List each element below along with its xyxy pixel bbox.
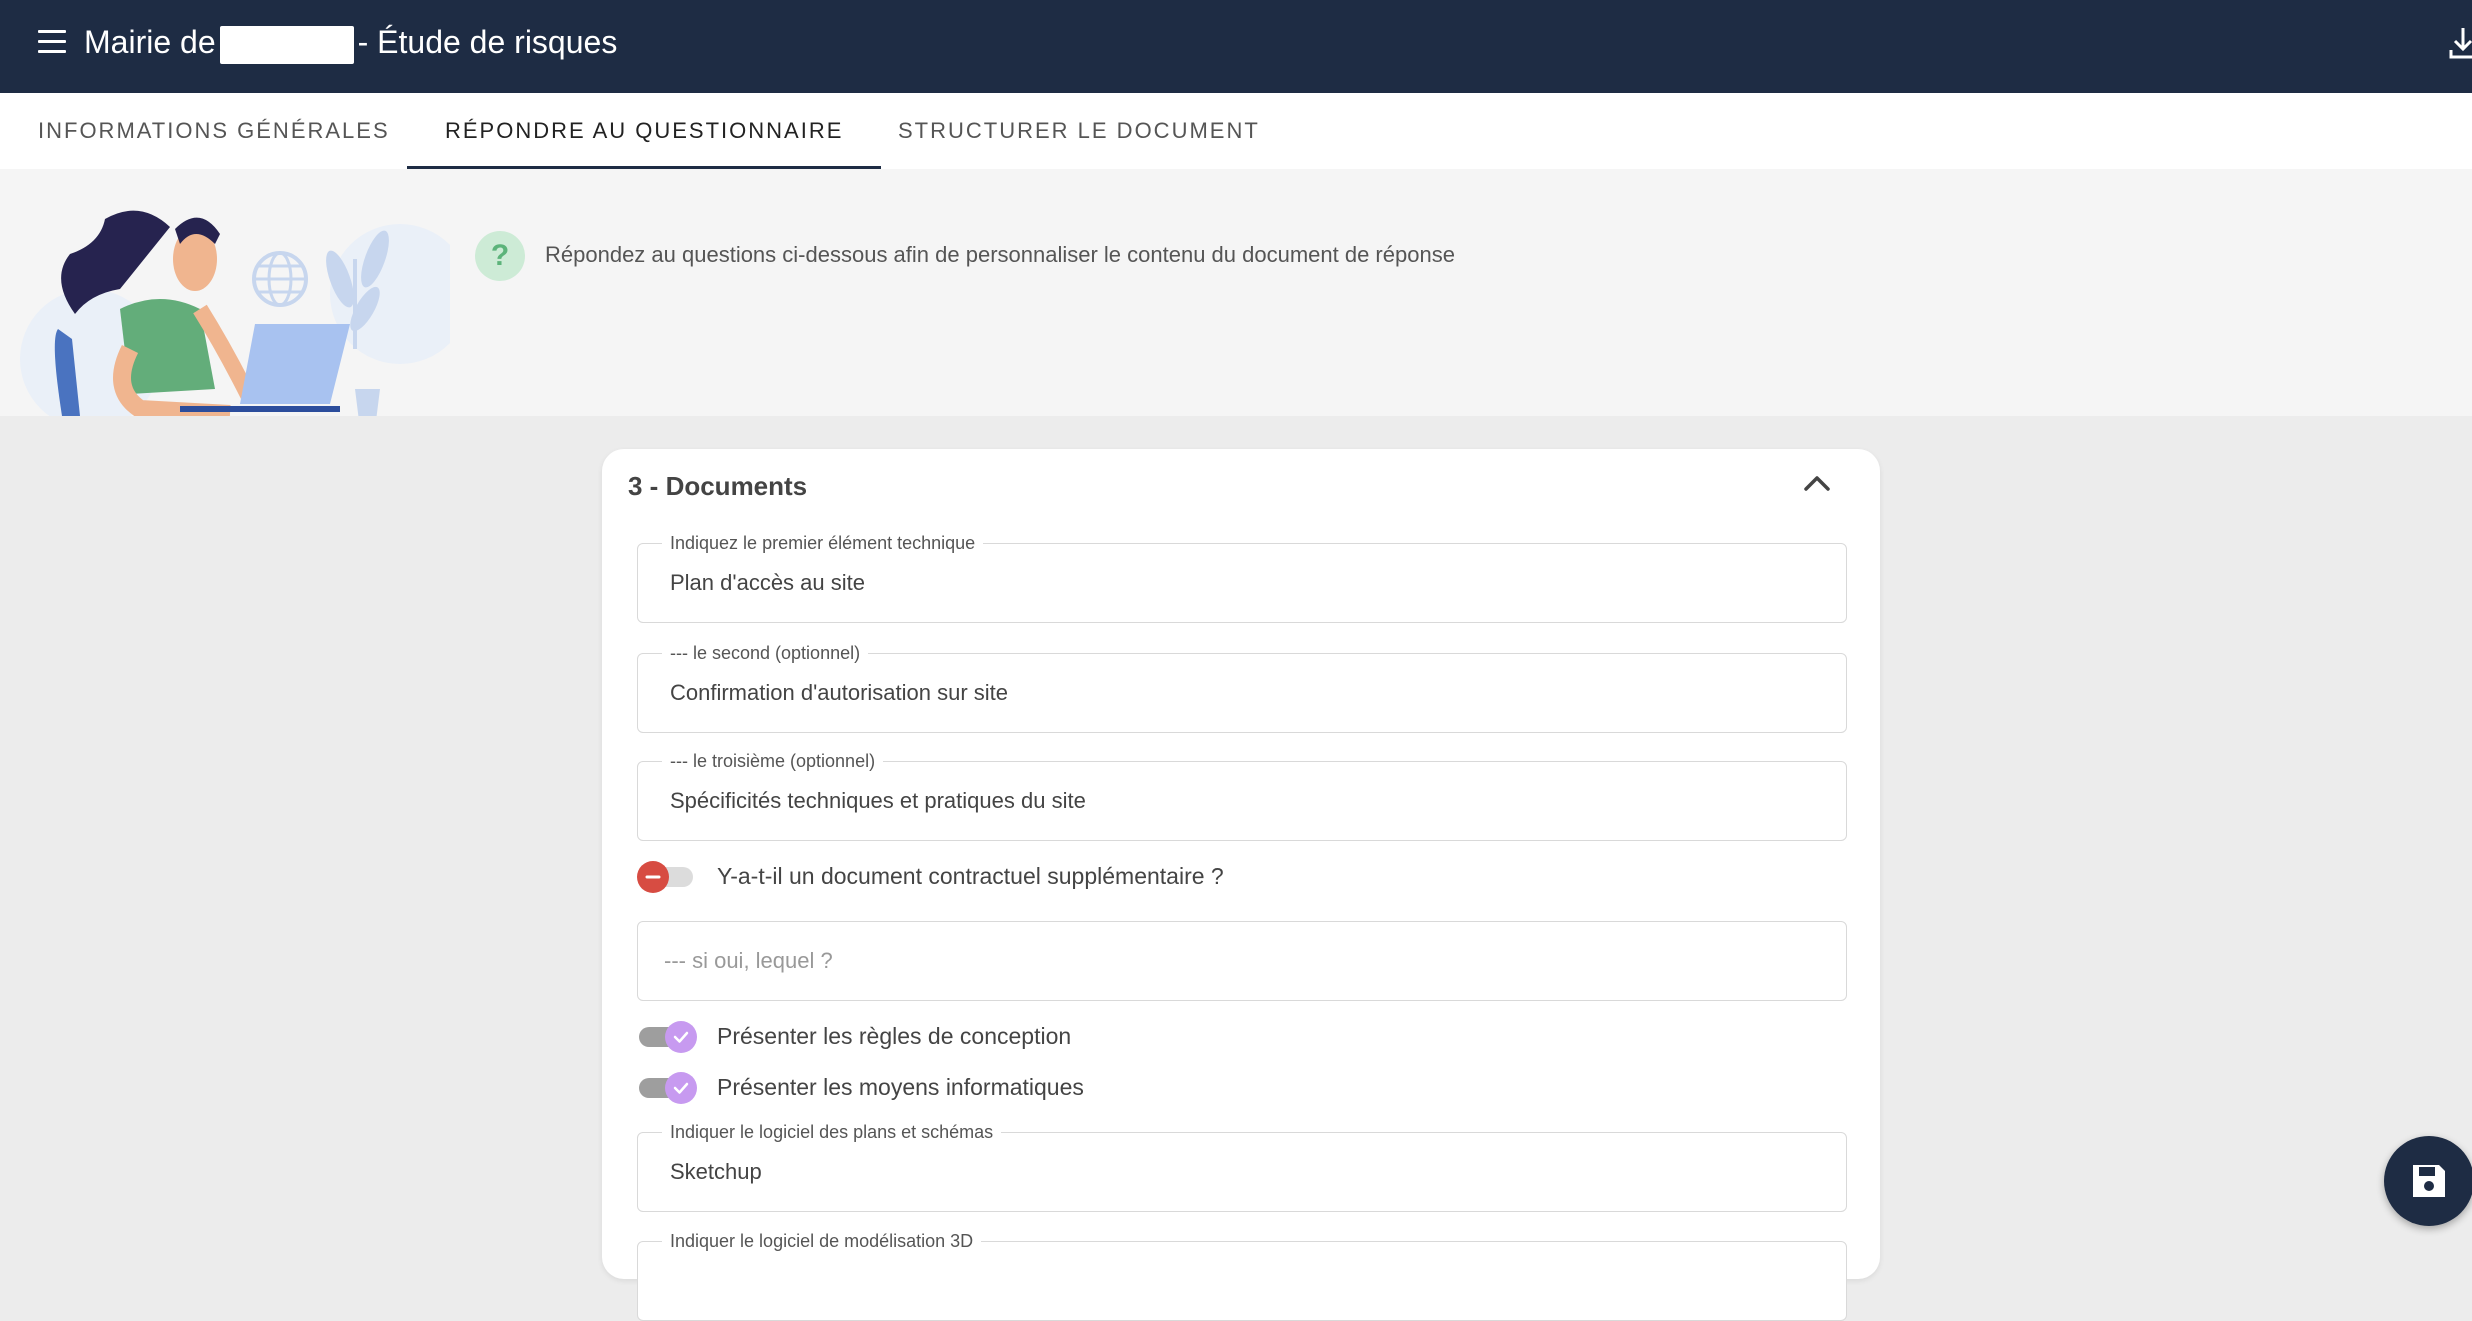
- tab-repondre-questionnaire[interactable]: RÉPONDRE AU QUESTIONNAIRE: [407, 93, 882, 169]
- field-logiciel-3d: Indiquer le logiciel de modélisation 3D: [637, 1230, 1847, 1321]
- first-element-input[interactable]: Plan d'accès au site: [670, 544, 1830, 622]
- toggle-label: Y-a-t-il un document contractuel supplém…: [717, 863, 1224, 889]
- section-title: 3 - Documents: [628, 471, 808, 501]
- section-card-documents: 3 - Documents Indiquez le premier élémen…: [602, 449, 1880, 1321]
- field-premier-element: Indiquez le premier élément technique Pl…: [637, 532, 1847, 623]
- info-banner: ? Répondez au questions ci-dessous afin …: [0, 169, 2472, 429]
- save-icon: [2413, 1165, 2445, 1197]
- download-icon[interactable]: [2448, 26, 2472, 60]
- save-button[interactable]: [2384, 1136, 2472, 1226]
- field-logiciel-plans: Indiquer le logiciel des plans et schéma…: [637, 1121, 1847, 1212]
- check-icon: [665, 1072, 697, 1104]
- app-header: Mairie de - Étude de risques: [0, 0, 2472, 93]
- title-prefix: Mairie de: [84, 24, 216, 60]
- second-element-input[interactable]: Confirmation d'autorisation sur site: [670, 654, 1830, 732]
- chevron-up-icon[interactable]: [1800, 467, 1834, 501]
- banner-instructions: Répondez au questions ci-dessous afin de…: [545, 242, 1455, 267]
- tab-informations-generales[interactable]: INFORMATIONS GÉNÉRALES: [0, 93, 428, 169]
- modeling-software-input[interactable]: [670, 1242, 1830, 1320]
- question-icon: ?: [475, 231, 525, 281]
- check-icon: [665, 1021, 697, 1053]
- extra-document-input[interactable]: [664, 922, 1824, 1000]
- field-second-element: --- le second (optionnel) Confirmation d…: [637, 642, 1847, 733]
- menu-icon[interactable]: [38, 30, 66, 54]
- page-title: Mairie de - Étude de risques: [84, 22, 617, 64]
- regles-conception-toggle[interactable]: [637, 1021, 697, 1053]
- toggle-label: Présenter les règles de conception: [717, 1023, 1072, 1049]
- title-suffix: - Étude de risques: [357, 24, 618, 60]
- field-extra-document: [637, 921, 1847, 1001]
- redacted-name: [219, 25, 354, 64]
- tab-structurer-document[interactable]: STRUCTURER LE DOCUMENT: [860, 93, 1298, 169]
- field-troisieme-element: --- le troisième (optionnel) Spécificité…: [637, 750, 1847, 841]
- minus-icon: [637, 861, 669, 893]
- tab-bar: INFORMATIONS GÉNÉRALES RÉPONDRE AU QUEST…: [0, 93, 2472, 170]
- moyens-informatiques-toggle[interactable]: [637, 1072, 697, 1104]
- extra-document-toggle[interactable]: [637, 861, 697, 893]
- toggle-label: Présenter les moyens informatiques: [717, 1074, 1084, 1100]
- woman-laptop-illustration: [10, 199, 470, 429]
- plans-software-input[interactable]: Sketchup: [670, 1133, 1830, 1211]
- third-element-input[interactable]: Spécificités techniques et pratiques du …: [670, 762, 1830, 840]
